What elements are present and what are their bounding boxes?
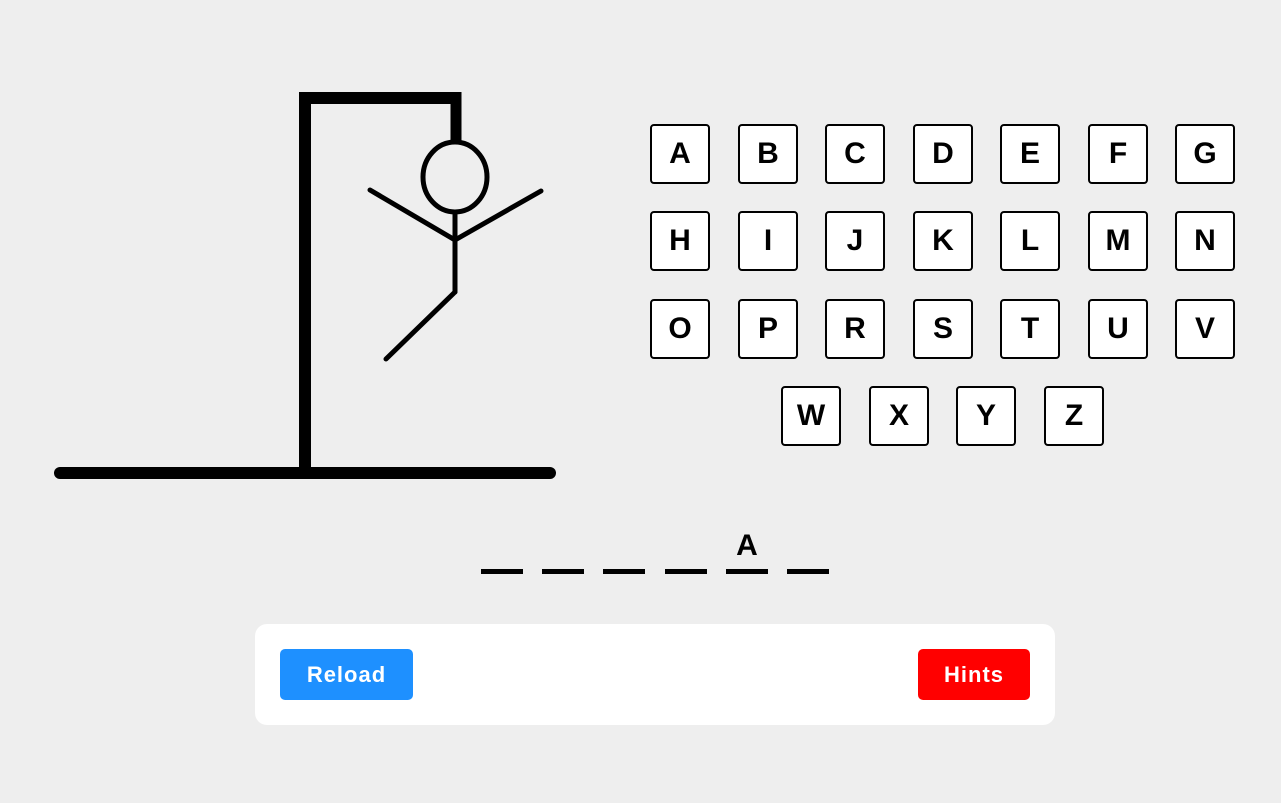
key-j[interactable]: J bbox=[825, 211, 885, 271]
hangman-right-arm bbox=[452, 188, 544, 243]
letter-slot bbox=[603, 525, 645, 574]
control-panel: Reload Hints bbox=[255, 624, 1055, 725]
key-c[interactable]: C bbox=[825, 124, 885, 184]
key-y[interactable]: Y bbox=[956, 386, 1016, 446]
hangman-left-leg bbox=[383, 289, 458, 362]
key-p[interactable]: P bbox=[738, 299, 798, 359]
key-e[interactable]: E bbox=[1000, 124, 1060, 184]
hints-button[interactable]: Hints bbox=[918, 649, 1030, 700]
key-n[interactable]: N bbox=[1175, 211, 1235, 271]
letter-slot bbox=[481, 525, 523, 574]
key-r[interactable]: R bbox=[825, 299, 885, 359]
key-z[interactable]: Z bbox=[1044, 386, 1104, 446]
key-a[interactable]: A bbox=[650, 124, 710, 184]
key-u[interactable]: U bbox=[1088, 299, 1148, 359]
key-g[interactable]: G bbox=[1175, 124, 1235, 184]
key-s[interactable]: S bbox=[913, 299, 973, 359]
key-x[interactable]: X bbox=[869, 386, 929, 446]
key-f[interactable]: F bbox=[1088, 124, 1148, 184]
letter-slot bbox=[665, 525, 707, 574]
key-t[interactable]: T bbox=[1000, 299, 1060, 359]
key-h[interactable]: H bbox=[650, 211, 710, 271]
hangman-drawing bbox=[54, 92, 556, 479]
key-m[interactable]: M bbox=[1088, 211, 1148, 271]
key-l[interactable]: L bbox=[1000, 211, 1060, 271]
key-i[interactable]: I bbox=[738, 211, 798, 271]
letter-slot bbox=[542, 525, 584, 574]
letter-slot: A bbox=[726, 525, 768, 574]
key-v[interactable]: V bbox=[1175, 299, 1235, 359]
key-w[interactable]: W bbox=[781, 386, 841, 446]
key-k[interactable]: K bbox=[913, 211, 973, 271]
key-o[interactable]: O bbox=[650, 299, 710, 359]
reload-button[interactable]: Reload bbox=[280, 649, 413, 700]
hangman-left-arm bbox=[367, 187, 458, 243]
key-d[interactable]: D bbox=[913, 124, 973, 184]
hangman-head bbox=[420, 139, 490, 215]
letter-slot bbox=[787, 525, 829, 574]
key-b[interactable]: B bbox=[738, 124, 798, 184]
